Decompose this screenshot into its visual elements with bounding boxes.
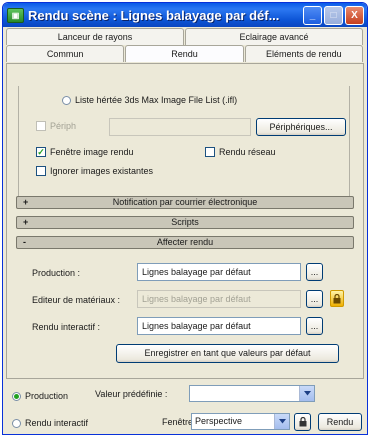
lock-icon: [299, 417, 306, 427]
net-render-checkbox[interactable]: [205, 147, 215, 157]
file-list-radio[interactable]: [62, 95, 71, 105]
expand-icon: +: [23, 197, 29, 207]
peripherals-button[interactable]: Périphériques...: [256, 118, 346, 136]
window-title: Rendu scène : Lignes balayage par déf...: [28, 7, 280, 23]
activeshade-label: Rendu interactif :: [32, 322, 101, 332]
production-browse-button[interactable]: ...: [306, 263, 323, 281]
dropdown-arrow-icon: [299, 386, 314, 401]
tab-strip: Lanceur de rayons Eclairage avancé Commu…: [6, 28, 364, 62]
close-button[interactable]: X: [345, 5, 364, 25]
skip-existing-checkbox[interactable]: [36, 166, 46, 176]
preset-dropdown[interactable]: [189, 385, 315, 402]
preset-value: [190, 386, 299, 401]
net-render-option[interactable]: Rendu réseau: [205, 147, 276, 157]
tab-advanced-lighting[interactable]: Eclairage avancé: [185, 28, 363, 45]
material-editor-field: Lignes balayage par défaut: [137, 290, 301, 308]
render-button[interactable]: Rendu: [318, 413, 362, 431]
tab-renderer[interactable]: Rendu: [125, 45, 244, 62]
peripheral-option[interactable]: Périph: [36, 121, 76, 131]
viewport-dropdown[interactable]: Perspective: [191, 413, 290, 430]
production-mode-option[interactable]: Production: [12, 391, 68, 401]
skip-existing-label: Ignorer images existantes: [50, 166, 154, 176]
dropdown-arrow-icon: [274, 414, 289, 429]
lock-icon: [333, 293, 341, 303]
activeshade-radio-label: Rendu interactif: [25, 418, 89, 428]
peripheral-label: Périph: [50, 121, 77, 131]
net-render-label: Rendu réseau: [219, 147, 276, 157]
maximize-button[interactable]: □: [324, 5, 343, 25]
file-list-option[interactable]: Liste hértée 3ds Max Image File List (.i…: [62, 95, 237, 105]
material-editor-browse-button[interactable]: ...: [306, 290, 323, 308]
viewport-value: Perspective: [195, 416, 243, 426]
rollout-title: Affecter rendu: [156, 237, 214, 247]
activeshade-radio[interactable]: [12, 418, 21, 428]
viewport-lock-button[interactable]: [294, 413, 311, 431]
production-renderer-field: Lignes balayage par défaut: [137, 263, 301, 281]
activeshade-field: Lignes balayage par défaut: [137, 317, 301, 335]
rollout-assign-renderer[interactable]: - Affecter rendu: [16, 236, 354, 249]
activeshade-browse-button[interactable]: ...: [306, 317, 323, 335]
material-editor-label: Editeur de matériaux :: [32, 295, 121, 305]
minimize-button[interactable]: _: [303, 5, 322, 25]
frame-window-label: Fenêtre image rendu: [50, 147, 134, 157]
production-renderer-label: Production :: [32, 268, 81, 278]
frame-window-option[interactable]: ✓ Fenêtre image rendu: [36, 147, 134, 157]
activeshade-mode-option[interactable]: Rendu interactif: [12, 418, 88, 428]
tab-render-elements[interactable]: Eléments de rendu: [244, 45, 363, 62]
peripheral-field[interactable]: [109, 118, 251, 136]
peripheral-checkbox[interactable]: [36, 121, 46, 131]
tab-common[interactable]: Commun: [6, 45, 125, 62]
production-radio-label: Production: [25, 391, 69, 401]
app-teapot-icon: ▣: [7, 7, 24, 23]
save-defaults-button[interactable]: Enregistrer en tant que valeurs par défa…: [116, 344, 339, 363]
lock-button[interactable]: [330, 290, 344, 307]
collapse-icon: -: [23, 237, 26, 247]
skip-existing-option[interactable]: Ignorer images existantes: [36, 166, 153, 176]
production-radio[interactable]: [12, 391, 21, 401]
frame-window-checkbox[interactable]: ✓: [36, 147, 46, 157]
title-bar[interactable]: ▣ Rendu scène : Lignes balayage par déf.…: [3, 3, 367, 27]
preset-label: Valeur prédéfinie :: [95, 389, 168, 399]
rollout-title: Scripts: [171, 217, 199, 227]
tab-raytracer[interactable]: Lanceur de rayons: [6, 28, 184, 45]
expand-icon: +: [23, 217, 29, 227]
rollout-title: Notification par courrier électronique: [112, 197, 258, 207]
rollout-email-notification[interactable]: + Notification par courrier électronique: [16, 196, 354, 209]
rollout-scripts[interactable]: + Scripts: [16, 216, 354, 229]
file-list-label: Liste hértée 3ds Max Image File List (.i…: [75, 95, 238, 105]
